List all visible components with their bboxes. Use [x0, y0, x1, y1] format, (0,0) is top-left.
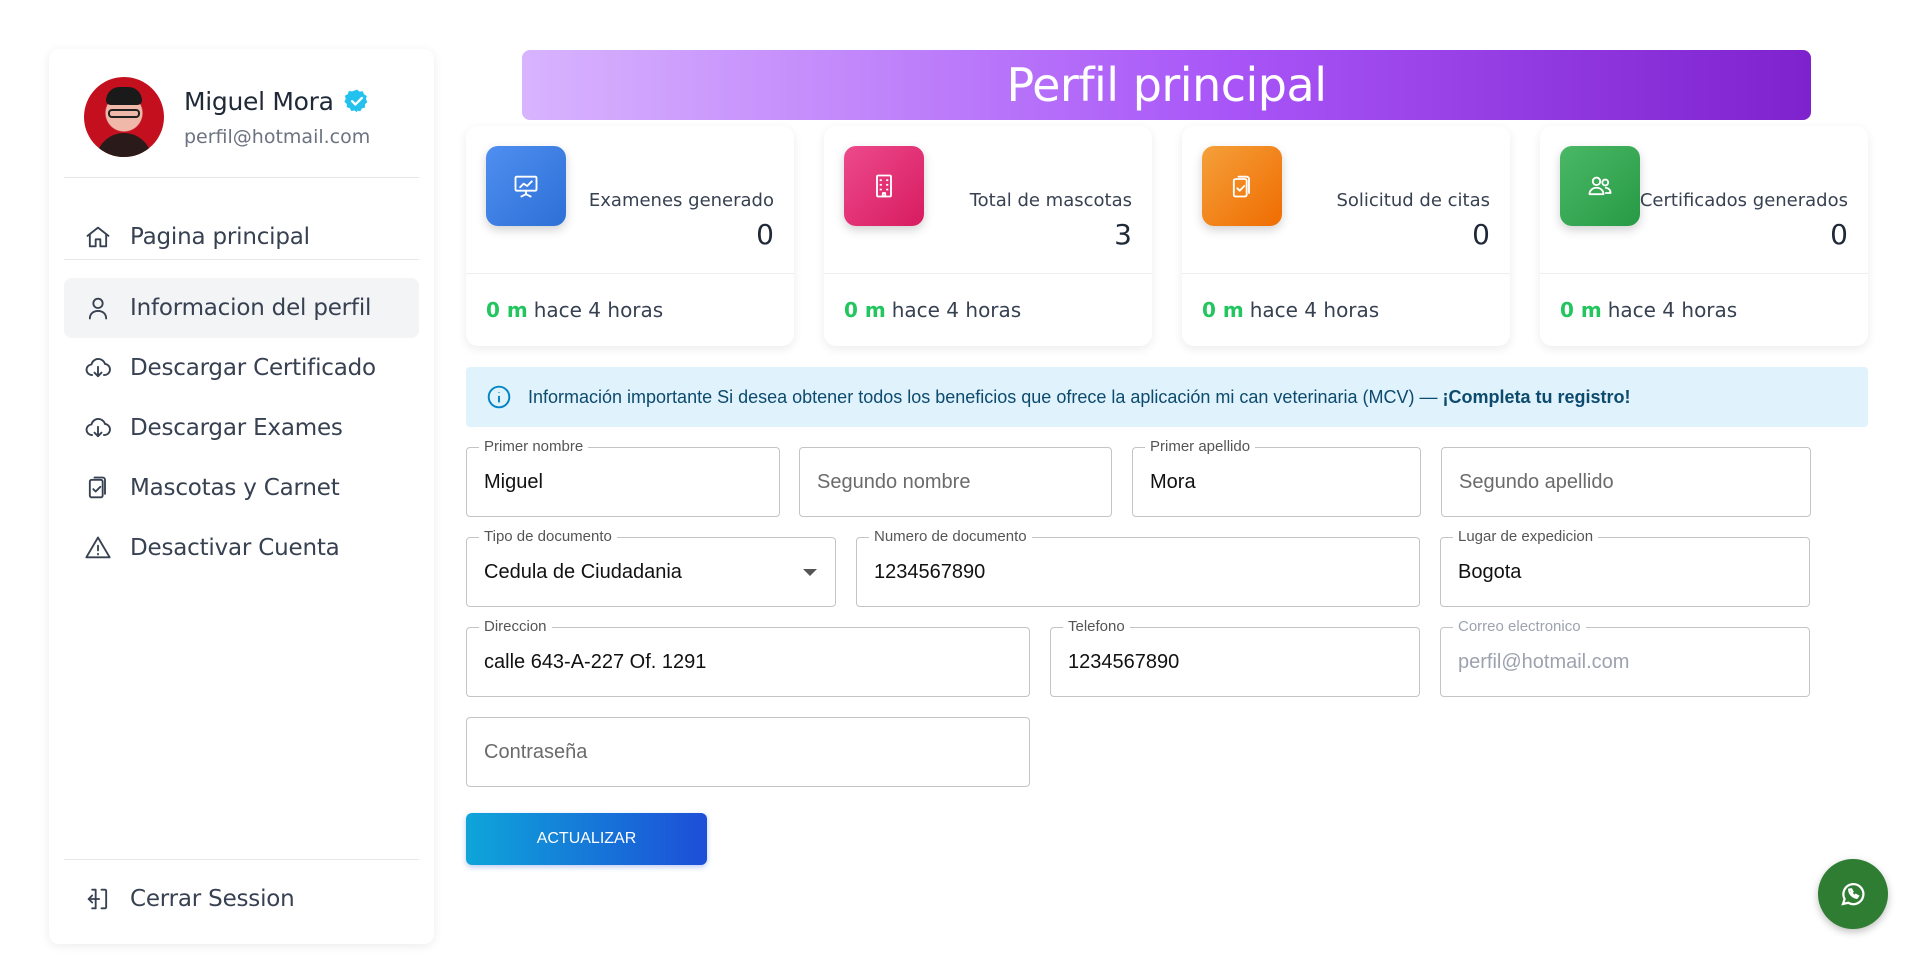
document-type-select[interactable]: Tipo de documento Cedula de Ciudadania [466, 528, 836, 607]
field-placeholder: Segundo apellido [1459, 471, 1614, 493]
stat-card-icon-box [844, 146, 924, 226]
stat-card-label: Total de mascotas [969, 190, 1132, 211]
avatar[interactable] [84, 77, 164, 157]
update-button[interactable]: ACTUALIZAR [466, 813, 707, 865]
caret-down-icon[interactable] [803, 569, 817, 576]
stat-card-value: 0 [756, 218, 774, 251]
sidebar-item-download-certificate[interactable]: Descargar Certificado [64, 338, 419, 398]
field-placeholder: Segundo nombre [817, 471, 971, 493]
stat-card-icon-box [486, 146, 566, 226]
document-number-field[interactable]: Numero de documento 1234567890 [856, 528, 1420, 607]
stat-card-value: 3 [1114, 218, 1132, 251]
alert-emphasis: ¡Completa tu registro! [1442, 386, 1631, 407]
logout-button[interactable]: Cerrar Session [64, 869, 419, 929]
whatsapp-icon [1841, 883, 1865, 906]
stat-card-footer: 0 m hace 4 horas [844, 298, 1021, 322]
stat-card-time: hace 4 horas [1249, 298, 1380, 322]
user-icon [88, 297, 108, 320]
sidebar-item-home[interactable]: Pagina principal [64, 207, 419, 267]
sidebar-item-deactivate-account[interactable]: Desactivar Cuenta [64, 518, 419, 578]
stat-card-time: hace 4 horas [1607, 298, 1738, 322]
sidebar: Miguel Mora perfil@hotmail.com Pagina pr… [49, 49, 434, 944]
field-value: 1234567890 [874, 561, 986, 583]
stat-card-icon-box [1202, 146, 1282, 226]
stat-card-footer: 0 m hace 4 horas [486, 298, 663, 322]
user-name: Miguel Mora [184, 86, 334, 116]
stat-card-exams: Examenes generado 0 0 m hace 4 horas [466, 126, 794, 346]
page-title: Perfil principal [1006, 58, 1327, 112]
divider [64, 859, 419, 860]
first-surname-field[interactable]: Primer apellido Mora [1132, 438, 1421, 517]
divider [64, 177, 419, 178]
stat-card-footer: 0 m hace 4 horas [1560, 298, 1737, 322]
user-email: perfil@hotmail.com [184, 125, 371, 148]
second-name-field[interactable]: Segundo nombre [799, 447, 1112, 517]
stat-card-delta: 0 m [844, 298, 886, 322]
info-icon [487, 385, 511, 409]
sidebar-item-label: Pagina principal [130, 224, 310, 250]
home-icon [86, 226, 110, 248]
stat-card-value: 0 [1830, 218, 1848, 251]
user-profile: Miguel Mora perfil@hotmail.com [84, 77, 370, 157]
sidebar-item-label: Descargar Exames [130, 415, 343, 441]
logout-label: Cerrar Session [130, 886, 295, 912]
field-value: Mora [1150, 471, 1196, 493]
alert-message: Información importante Si desea obtener … [528, 387, 1631, 408]
stat-card-certificates: Certificados generados 0 0 m hace 4 horas [1540, 126, 1868, 346]
sidebar-item-label: Mascotas y Carnet [130, 475, 340, 501]
cloud-download-icon [85, 358, 111, 378]
logout-icon [87, 888, 108, 910]
stat-card-pets: Total de mascotas 3 0 m hace 4 horas [824, 126, 1152, 346]
stat-card-time: hace 4 horas [891, 298, 1022, 322]
verified-badge-icon [344, 89, 367, 113]
stat-card-delta: 0 m [1560, 298, 1602, 322]
info-alert: Información importante Si desea obtener … [466, 367, 1868, 427]
warning-icon [85, 536, 111, 559]
field-value: Miguel [484, 471, 543, 493]
first-name-field[interactable]: Primer nombre Miguel [466, 438, 780, 517]
field-value: Bogota [1458, 561, 1522, 583]
stat-card-label: Examenes generado [588, 190, 774, 211]
sidebar-item-label: Informacion del perfil [130, 295, 372, 321]
sidebar-item-pets-carnet[interactable]: Mascotas y Carnet [64, 458, 419, 518]
building-icon [876, 174, 892, 198]
second-surname-field[interactable]: Segundo apellido [1441, 447, 1811, 517]
clipboard-check-icon [1232, 175, 1250, 198]
password-field[interactable]: Contraseña [466, 717, 1030, 787]
sidebar-item-label: Descargar Certificado [130, 355, 376, 381]
stat-card-appointments: Solicitud de citas 0 0 m hace 4 horas [1182, 126, 1510, 346]
sidebar-item-profile-info[interactable]: Informacion del perfil [64, 278, 419, 338]
users-icon [1588, 176, 1612, 196]
field-value: perfil@hotmail.com [1458, 651, 1630, 673]
clipboard-check-icon [88, 476, 106, 499]
stat-card-delta: 0 m [1202, 298, 1244, 322]
sidebar-item-download-exams[interactable]: Descargar Exames [64, 398, 419, 458]
issue-place-field[interactable]: Lugar de expedicion Bogota [1440, 528, 1810, 607]
stat-card-time: hace 4 horas [533, 298, 664, 322]
presentation-chart-icon [514, 175, 538, 198]
stat-card-delta: 0 m [486, 298, 528, 322]
page-header-banner: Perfil principal [522, 50, 1811, 120]
sidebar-item-label: Desactivar Cuenta [130, 535, 340, 561]
field-value: calle 643-A-227 Of. 1291 [484, 651, 707, 673]
address-field[interactable]: Direccion calle 643-A-227 Of. 1291 [466, 618, 1030, 697]
stat-card-label: Certificados generados [1639, 190, 1848, 211]
stat-card-value: 0 [1472, 218, 1490, 251]
stat-card-label: Solicitud de citas [1336, 190, 1490, 211]
cloud-download-icon [85, 418, 111, 438]
stat-card-footer: 0 m hace 4 horas [1202, 298, 1379, 322]
field-value: 1234567890 [1068, 651, 1180, 673]
stat-card-icon-box [1560, 146, 1640, 226]
alert-text: Información importante Si desea obtener … [528, 386, 1438, 407]
field-placeholder: Contraseña [484, 741, 588, 763]
email-field[interactable]: Correo electronico perfil@hotmail.com [1440, 618, 1810, 697]
field-value: Cedula de Ciudadania [484, 561, 682, 583]
whatsapp-button[interactable] [1818, 859, 1888, 929]
divider [64, 259, 419, 260]
phone-field[interactable]: Telefono 1234567890 [1050, 618, 1420, 697]
